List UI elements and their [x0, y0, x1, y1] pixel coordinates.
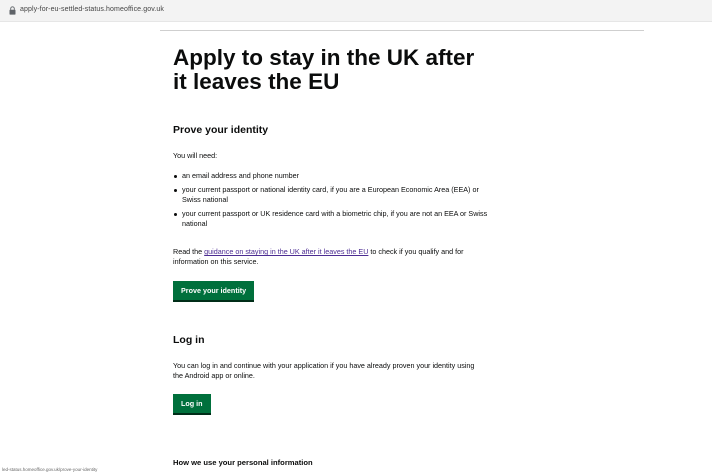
list-item: an email address and phone number [173, 171, 493, 181]
guidance-paragraph: Read the guidance on staying in the UK a… [173, 247, 493, 267]
prove-identity-button[interactable]: Prove your identity [173, 281, 255, 300]
header-divider [160, 30, 644, 31]
prove-identity-heading: Prove your identity [173, 124, 269, 136]
page-title: Apply to stay in the UK after it leaves … [173, 45, 475, 94]
browser-address-bar[interactable]: apply-for-eu-settled-status.homeoffice.g… [0, 0, 712, 22]
guidance-prefix-text: Read the [173, 247, 205, 256]
personal-info-heading: How we use your personal information [173, 458, 313, 467]
you-will-need-text: You will need: [173, 151, 218, 160]
log-in-heading: Log in [173, 334, 205, 346]
log-in-button[interactable]: Log in [173, 394, 211, 413]
status-bar-url: led-status.homeoffice.gov.uk/prove-your-… [2, 467, 98, 472]
requirements-list: an email address and phone number your c… [173, 171, 493, 233]
list-item: your current passport or national identi… [173, 185, 493, 205]
log-in-text: You can log in and continue with your ap… [173, 361, 475, 380]
guidance-link[interactable]: guidance on staying in the UK after it l… [204, 247, 368, 256]
url-text[interactable]: apply-for-eu-settled-status.homeoffice.g… [20, 6, 164, 13]
list-item: your current passport or UK residence ca… [173, 209, 493, 229]
lock-icon [9, 6, 16, 15]
